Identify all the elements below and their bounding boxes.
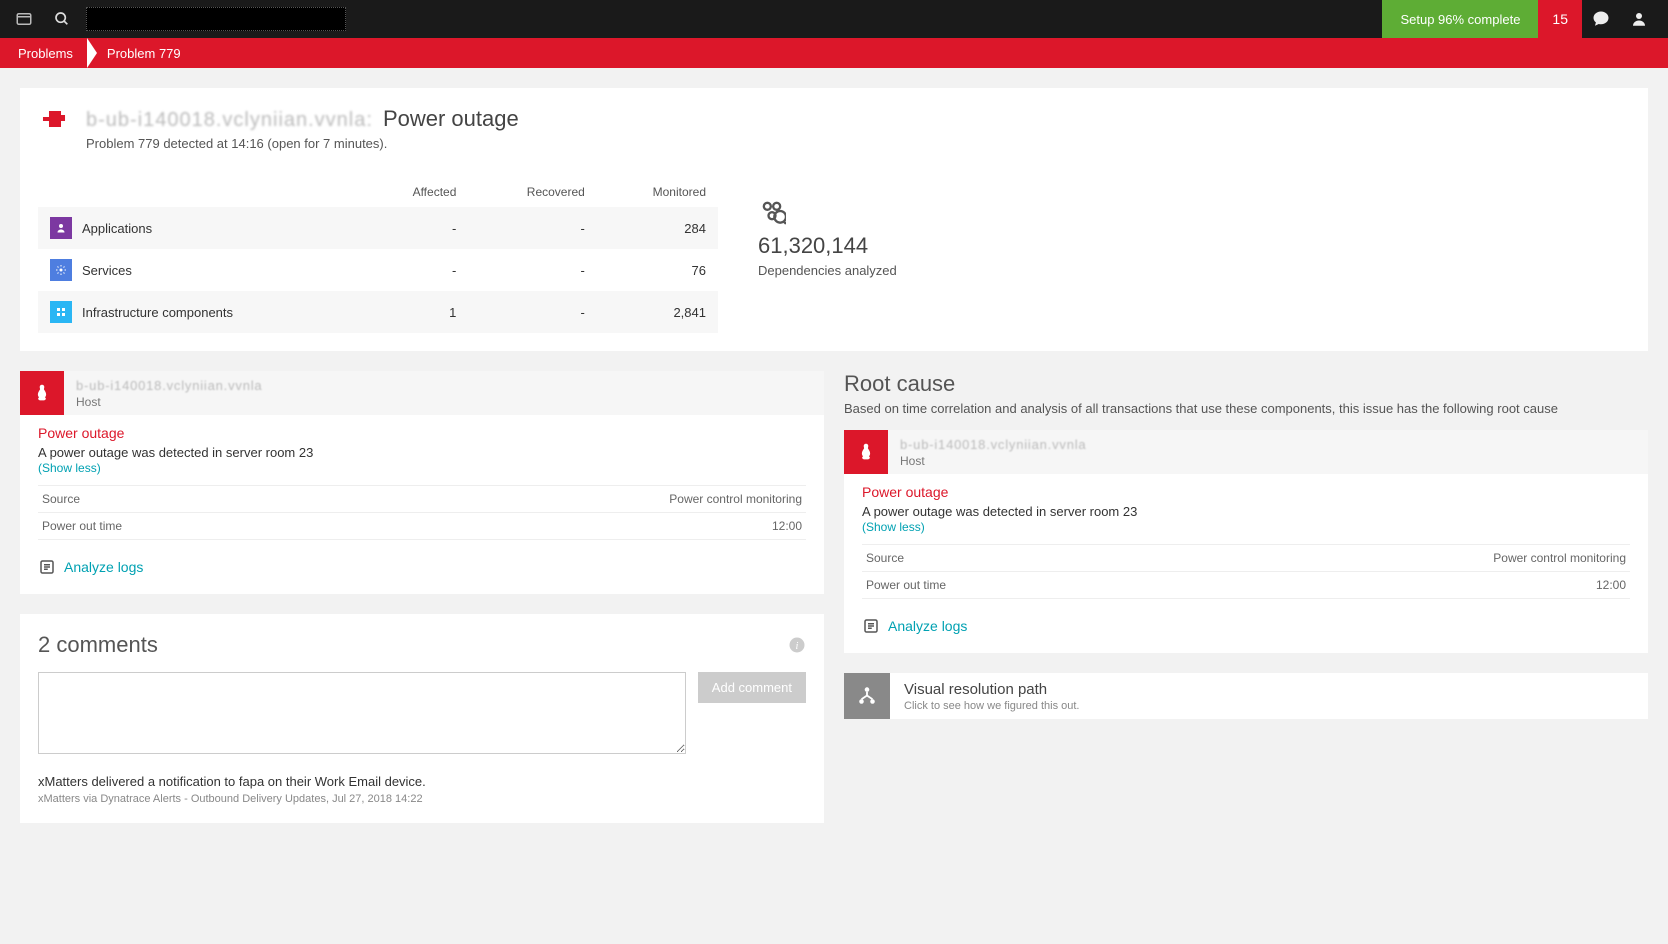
application-icon [50, 217, 72, 239]
setup-progress-badge[interactable]: Setup 96% complete [1382, 0, 1538, 38]
breadcrumb: Problems Problem 779 [0, 38, 1668, 68]
root-cause-host-header[interactable]: b-ub-i140018.vclyniian.vvnla Host [844, 430, 1648, 474]
host-type-label: Host [76, 395, 262, 409]
log-icon [862, 617, 880, 635]
chat-icon[interactable] [1582, 0, 1620, 38]
host-event-card: b-ub-i140018.vclyniian.vvnla Host Power … [20, 371, 824, 594]
problem-summary-card: b-ub-i140018.vclyniian.vvnla: Power outa… [20, 88, 1648, 351]
dependencies-icon [758, 197, 897, 225]
power-plug-icon [38, 106, 72, 140]
vrp-title: Visual resolution path [904, 681, 1079, 698]
user-icon[interactable] [1620, 0, 1658, 38]
show-less-link[interactable]: (Show less) [862, 520, 925, 534]
host-name: b-ub-i140018.vclyniian.vvnla [900, 437, 1086, 452]
dependencies-panel: 61,320,144 Dependencies analyzed [758, 177, 897, 333]
problem-title: Power outage [383, 106, 519, 132]
comment-text: xMatters delivered a notification to fap… [38, 774, 806, 789]
root-cause-section: Root cause Based on time correlation and… [844, 371, 1648, 653]
svg-text:i: i [796, 641, 799, 652]
vrp-subtitle: Click to see how we figured this out. [904, 700, 1079, 712]
table-row[interactable]: Services - - 76 [38, 249, 718, 291]
problem-subtitle: Problem 779 detected at 14:16 (open for … [86, 136, 519, 151]
service-icon [50, 259, 72, 281]
event-details-table: SourcePower control monitoring Power out… [38, 485, 806, 540]
host-header[interactable]: b-ub-i140018.vclyniian.vvnla Host [20, 371, 824, 415]
col-header-affected: Affected [362, 177, 468, 207]
analyze-logs-link[interactable]: Analyze logs [862, 617, 1630, 635]
log-icon [38, 558, 56, 576]
menu-icon[interactable] [10, 5, 38, 33]
linux-icon [20, 371, 64, 415]
event-details-table: SourcePower control monitoring Power out… [862, 544, 1630, 599]
comment-textarea[interactable] [38, 672, 686, 754]
col-header-name [38, 177, 362, 207]
comment-meta: xMatters via Dynatrace Alerts - Outbound… [38, 793, 806, 805]
event-description: A power outage was detected in server ro… [862, 504, 1630, 519]
search-input[interactable] [86, 7, 346, 31]
linux-icon [844, 430, 888, 474]
root-cause-host-card: b-ub-i140018.vclyniian.vvnla Host Power … [844, 430, 1648, 653]
root-cause-title: Root cause [844, 371, 1648, 397]
host-type-label: Host [900, 454, 1086, 468]
table-row[interactable]: Applications - - 284 [38, 207, 718, 249]
dependencies-count: 61,320,144 [758, 233, 897, 259]
col-header-recovered: Recovered [468, 177, 596, 207]
top-bar: Setup 96% complete 15 [0, 0, 1668, 38]
col-header-monitored: Monitored [597, 177, 718, 207]
event-title: Power outage [38, 425, 806, 441]
tree-icon [844, 673, 890, 719]
comments-title: 2 comments [38, 632, 158, 658]
impact-table: Affected Recovered Monitored Application… [38, 177, 718, 333]
infrastructure-icon [50, 301, 72, 323]
search-icon[interactable] [48, 5, 76, 33]
comment-item: xMatters delivered a notification to fap… [38, 774, 806, 805]
breadcrumb-current: Problem 779 [87, 38, 195, 68]
dependencies-label: Dependencies analyzed [758, 263, 897, 278]
comments-card: 2 comments i Add comment xMatters delive… [20, 614, 824, 823]
notification-count-badge[interactable]: 15 [1538, 0, 1582, 38]
info-icon[interactable]: i [788, 636, 806, 654]
breadcrumb-problems[interactable]: Problems [10, 38, 87, 68]
add-comment-button[interactable]: Add comment [698, 672, 806, 703]
host-name: b-ub-i140018.vclyniian.vvnla [76, 378, 262, 393]
table-row[interactable]: Infrastructure components 1 - 2,841 [38, 291, 718, 333]
analyze-logs-link[interactable]: Analyze logs [38, 558, 806, 576]
show-less-link[interactable]: (Show less) [38, 461, 101, 475]
root-cause-subtitle: Based on time correlation and analysis o… [844, 401, 1648, 416]
visual-resolution-path-card[interactable]: Visual resolution path Click to see how … [844, 673, 1648, 719]
problem-host-name: b-ub-i140018.vclyniian.vvnla: [86, 109, 373, 132]
event-description: A power outage was detected in server ro… [38, 445, 806, 460]
event-title: Power outage [862, 484, 1630, 500]
